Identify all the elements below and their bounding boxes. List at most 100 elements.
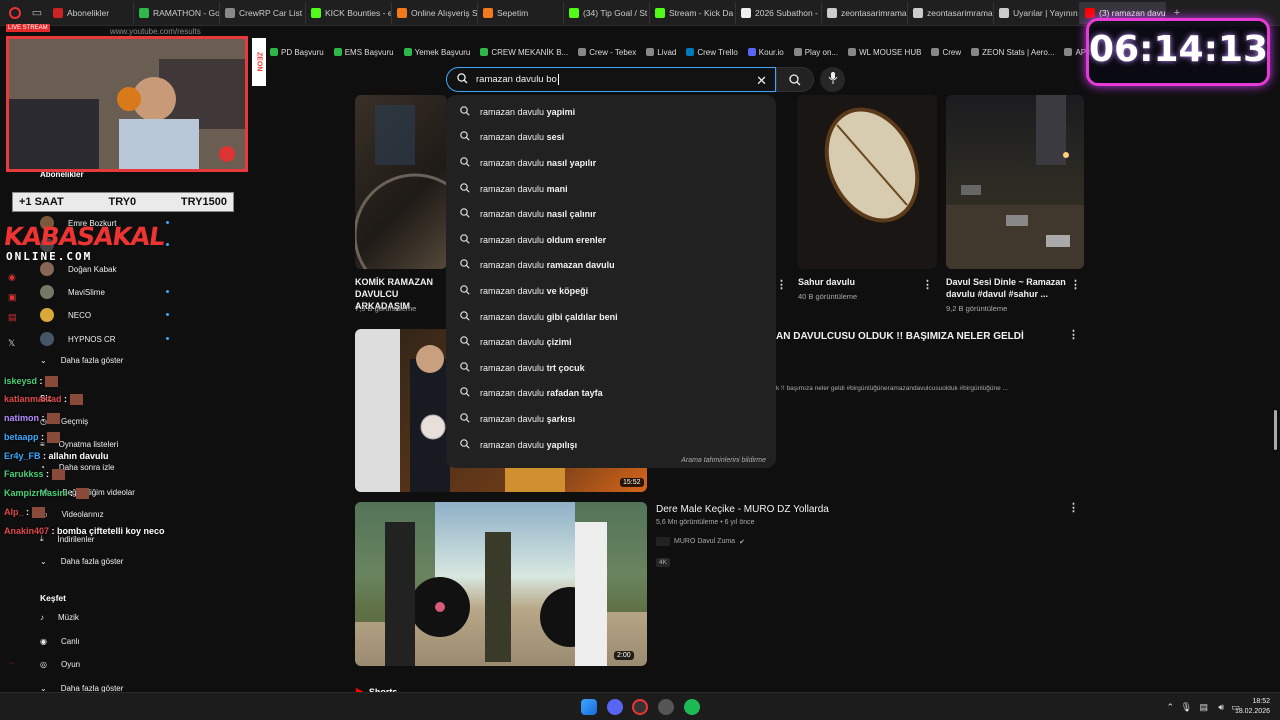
search-query[interactable]: ramazan davulu bo — [476, 74, 557, 85]
bookmark-item[interactable]: Livad — [646, 48, 676, 57]
chat-message: Alp_ : — [4, 507, 45, 519]
search-suggestion[interactable]: ramazan davulu nasıl yapılır — [446, 150, 776, 176]
opera-icon[interactable] — [632, 699, 648, 715]
bookmark-item[interactable]: Crew - Tebex — [578, 48, 636, 57]
network-icon[interactable]: ▤ — [1199, 702, 1208, 713]
search-suggestion[interactable]: ramazan davulu yapimi — [446, 99, 776, 125]
more-options-icon[interactable]: ⋮ — [1068, 328, 1079, 341]
search-icon — [460, 310, 470, 323]
search-suggestion[interactable]: ramazan davulu nasıl çalınır — [446, 201, 776, 227]
bookmark-item[interactable]: CREW MEKANİK B... — [480, 48, 568, 57]
video-thumbnail[interactable] — [355, 502, 647, 666]
search-suggestion[interactable]: ramazan davulu rafadan tayfa — [446, 381, 776, 407]
bookmark-item[interactable]: WL MOUSE HUB — [848, 48, 921, 57]
system-clock[interactable]: 18:52 18.02.2026 — [1235, 697, 1270, 717]
bookmark-icon[interactable]: ▣ — [8, 292, 18, 302]
bookmark-icon — [747, 48, 756, 56]
bookmark-item[interactable]: Crew — [931, 48, 961, 57]
more-options-icon[interactable]: ⋮ — [1068, 501, 1079, 514]
spotify-icon[interactable] — [684, 699, 700, 715]
voice-search-button[interactable] — [820, 67, 845, 92]
search-suggestion[interactable]: ramazan davulu yapılışı — [446, 432, 776, 458]
search-suggestion[interactable]: ramazan davulu trt çocuk — [446, 355, 776, 381]
search-suggestion[interactable]: ramazan davulu ramazan davulu — [446, 253, 776, 279]
browser-tab[interactable]: Sepetim — [478, 1, 564, 24]
sidebar-channel[interactable]: HYPNOS CR — [40, 332, 169, 346]
sidebar-channel[interactable]: Doğan Kabak — [40, 262, 116, 276]
browser-tab[interactable]: RAMATHON - Go — [134, 1, 220, 24]
bookmark-item[interactable]: Crew Trello — [686, 47, 738, 57]
browser-tab[interactable]: Abonelikler — [48, 1, 134, 24]
search-suggestion[interactable]: ramazan davulu sesi — [446, 125, 776, 151]
volume-icon[interactable]: 🔊︎ — [1218, 702, 1224, 713]
video-title[interactable]: Sahur davulu — [798, 276, 855, 288]
more-options-icon[interactable]: ⋮ — [1070, 278, 1081, 291]
video-thumbnail[interactable] — [355, 95, 447, 269]
browser-tab[interactable]: Stream - Kick Da — [650, 1, 736, 24]
browser-tab[interactable]: 2026 Subathon - — [736, 1, 822, 24]
search-input[interactable]: ramazan davulu bo ✕ — [446, 67, 776, 92]
favicon-icon — [999, 7, 1009, 18]
suggestion-text: ramazan davulu gibi çaldılar beni — [480, 311, 618, 322]
show-more-button[interactable]: ⌄ Daha fazla göster — [40, 356, 123, 365]
bookmark-item[interactable]: Yemek Başvuru — [403, 48, 470, 57]
quality-badge: 4K — [656, 558, 670, 567]
new-content-dot — [166, 221, 169, 224]
show-more-button[interactable]: ⌄ Daha fazla göster — [40, 557, 123, 566]
windows-start-icon[interactable] — [581, 699, 597, 715]
search-icon — [457, 72, 468, 87]
report-predictions-link[interactable]: Arama tahminlerini bildirme — [681, 457, 766, 464]
opera-icon[interactable] — [4, 2, 26, 24]
scrollbar-thumb[interactable] — [1274, 410, 1277, 450]
search-button[interactable] — [776, 67, 814, 92]
search-suggestion[interactable]: ramazan davulu oldum erenler — [446, 227, 776, 253]
bookmark-icon — [646, 48, 655, 56]
sidebar-item-music[interactable]: ♪ Müzik — [40, 613, 79, 622]
tab-menu-icon[interactable]: ▭ — [26, 2, 48, 24]
browser-tab[interactable]: zeontasarimrama — [822, 1, 908, 24]
more-options-icon[interactable]: ⋮ — [922, 278, 933, 291]
bookmark-item[interactable]: EMS Başvuru — [333, 48, 394, 57]
video-title[interactable]: Davul Sesi Dinle ~ Ramazan davulu #davul… — [946, 276, 1071, 300]
search-suggestion[interactable]: ramazan davulu şarkısı — [446, 406, 776, 432]
more-icon[interactable]: ··· — [8, 660, 18, 670]
browser-tab[interactable]: zeontasarimrama — [908, 1, 994, 24]
search-icon — [460, 131, 470, 143]
bookmark-label: Crew Trello — [697, 47, 738, 57]
video-thumbnail[interactable] — [946, 95, 1084, 269]
bookmark-item[interactable]: Play on... — [793, 48, 838, 57]
x-icon[interactable]: 𝕏 — [8, 338, 18, 348]
video-thumbnail[interactable] — [797, 95, 937, 269]
search-suggestion[interactable]: ramazan davulu gibi çaldılar beni — [446, 304, 776, 330]
channel-link[interactable]: MURO Davul Zuma ✔ — [656, 537, 745, 546]
mic-tray-icon[interactable]: 🎙︎ — [1181, 702, 1192, 713]
browser-tab[interactable]: Uyarılar | Yayının — [994, 1, 1080, 24]
search-suggestion[interactable]: ramazan davulu çizimi — [446, 329, 776, 355]
bookmark-item[interactable]: Kour.io — [747, 48, 784, 57]
bookmark-item[interactable]: PD Başvuru — [270, 48, 324, 57]
messenger-icon[interactable]: ◉ — [8, 272, 18, 282]
tab-label: Sepetim — [497, 7, 529, 18]
clear-search-button[interactable]: ✕ — [756, 73, 767, 89]
browser-tab[interactable]: KICK Bounties - e — [306, 1, 392, 24]
sidebar-channel[interactable]: NECO — [40, 308, 169, 322]
search-suggestion[interactable]: ramazan davulu ve köpeği — [446, 278, 776, 304]
browser-tab[interactable]: (34) Tip Goal / St — [564, 1, 650, 24]
browser-tab[interactable]: Online Alışveriş Si — [392, 1, 478, 24]
chat-message: betaapp : — [4, 432, 60, 444]
sidebar-item-your-videos[interactable]: ▭Videolarınız — [40, 510, 104, 519]
tray-chevron-icon[interactable]: ⌃ — [1166, 702, 1174, 713]
app-icon[interactable] — [658, 699, 674, 715]
sidebar-item-gaming[interactable]: ◎ Oyun — [40, 660, 80, 669]
bookmark-item[interactable]: ZEON Stats | Aero... — [971, 48, 1054, 57]
sidebar-channel[interactable]: MaviSlime — [40, 285, 169, 299]
video-title[interactable]: AN DAVULCUSU OLDUK !! BAŞIMIZA NELER GEL… — [776, 331, 1024, 343]
discord-icon[interactable] — [607, 699, 623, 715]
video-title[interactable]: Dere Male Keçike - MURO DZ Yollarda — [656, 504, 829, 516]
browser-tab[interactable]: CrewRP Car List — [220, 1, 306, 24]
pinboard-icon[interactable]: ▤ — [8, 312, 18, 322]
more-options-icon[interactable]: ⋮ — [776, 278, 787, 291]
chat-username: betaapp — [4, 432, 39, 442]
search-suggestion[interactable]: ramazan davulu mani — [446, 176, 776, 202]
sidebar-item-live[interactable]: ◉ Canlı — [40, 637, 80, 646]
